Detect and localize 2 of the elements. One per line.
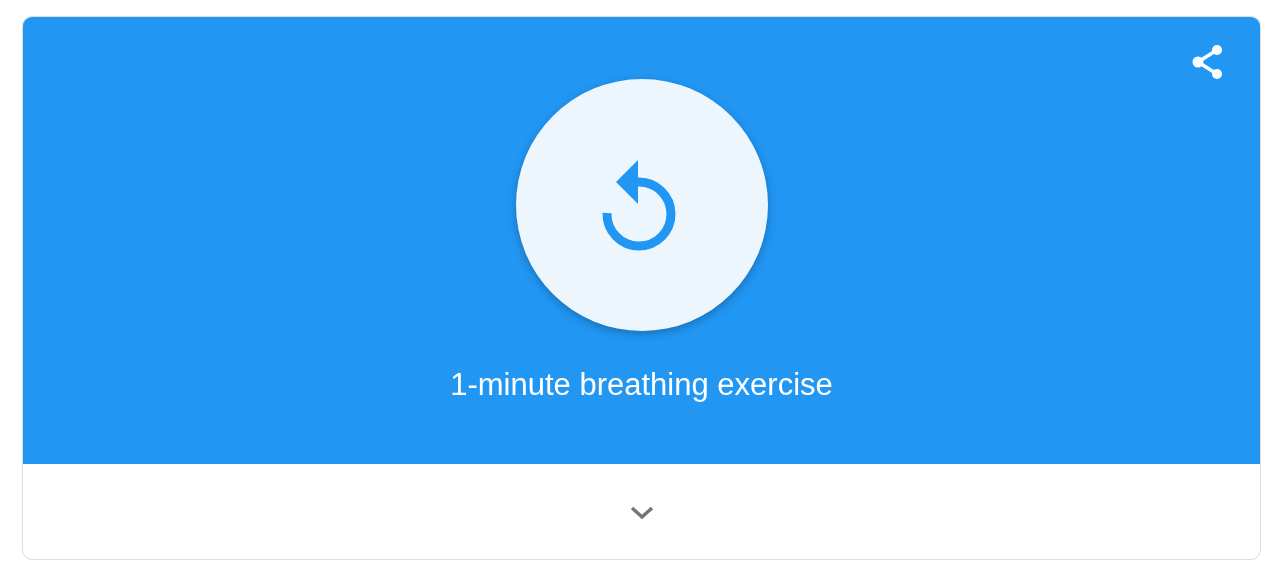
exercise-title: 1-minute breathing exercise bbox=[450, 367, 833, 403]
chevron-down-icon bbox=[628, 504, 655, 521]
